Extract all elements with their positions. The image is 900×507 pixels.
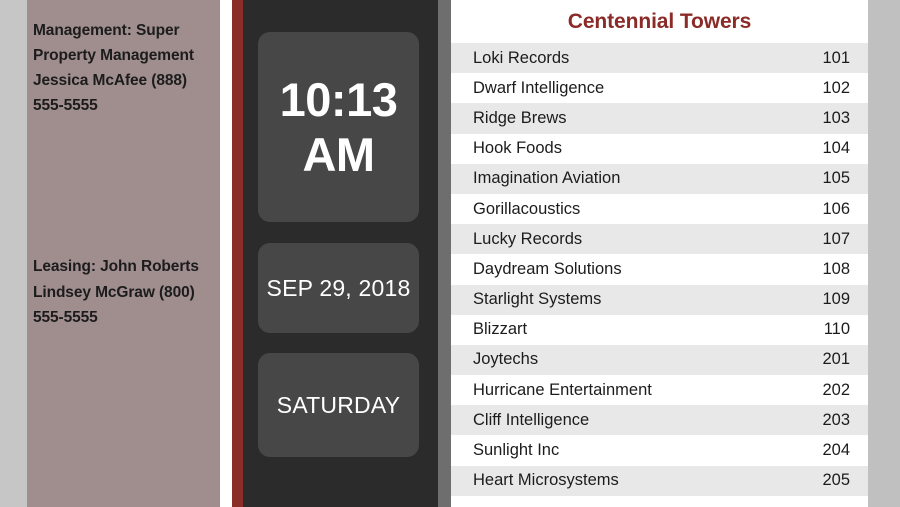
signage-screen: Management: Super Property Management Je…: [0, 0, 900, 507]
tenant-name: Joytechs: [473, 350, 539, 369]
tenant-row[interactable]: Cliff Intelligence 203: [451, 405, 868, 436]
day-card: SATURDAY: [258, 353, 419, 457]
tenant-suite-number: 205: [822, 471, 850, 490]
tenant-suite-number: 103: [822, 108, 850, 127]
tenant-name: Heart Microsystems: [473, 471, 619, 490]
tenant-suite-number: 107: [822, 229, 850, 248]
sidebar-divider-gap: [220, 0, 232, 507]
tenant-name: Loki Records: [473, 48, 570, 67]
tenant-row[interactable]: Gorillacoustics 106: [451, 193, 868, 225]
tenant-suite-number: 204: [822, 441, 850, 460]
tenant-suite-number: 101: [822, 48, 850, 67]
tenant-name: Imagination Aviation: [473, 169, 621, 188]
tenant-suite-number: 110: [823, 320, 850, 339]
tenant-name: Cliff Intelligence: [473, 410, 590, 429]
tenant-name: Sunlight Inc: [473, 441, 560, 460]
management-contact-block: Management: Super Property Management Je…: [33, 22, 194, 115]
tenant-row[interactable]: Starlight Systems 109: [451, 284, 868, 315]
tenant-list: Loki Records 101 Dwarf Intelligence 102 Ridg…: [451, 43, 868, 496]
tenant-row[interactable]: Sunlight Inc 204: [451, 435, 868, 466]
tenant-suite-number: 106: [822, 199, 850, 218]
tenant-name: Starlight Systems: [473, 290, 602, 309]
tenant-name: Gorillacoustics: [473, 199, 581, 218]
accent-stripe: [232, 0, 243, 507]
tenant-row[interactable]: Heart Microsystems 205: [451, 465, 868, 496]
clock-panel-edge: [438, 0, 451, 507]
tenant-name: Daydream Solutions: [473, 259, 622, 278]
tenant-row[interactable]: Dwarf Intelligence 102: [451, 73, 868, 104]
tenant-name: Lucky Records: [473, 229, 583, 248]
tenant-row[interactable]: Daydream Solutions 108: [451, 254, 868, 285]
current-time: 10:13 AM: [279, 72, 398, 181]
tenant-name: Dwarf Intelligence: [473, 78, 605, 97]
tenant-suite-number: 201: [822, 350, 850, 369]
tenant-suite-number: 105: [822, 169, 850, 188]
date-card: SEP 29, 2018: [258, 243, 419, 333]
tenant-row[interactable]: Imagination Aviation 105: [451, 163, 868, 194]
tenant-row[interactable]: Joytechs 201: [451, 344, 868, 376]
right-edge-bar: [868, 0, 900, 507]
tenant-row[interactable]: Loki Records 101: [451, 43, 868, 74]
tenant-row[interactable]: Hook Foods 104: [451, 133, 868, 164]
tenant-suite-number: 108: [822, 259, 850, 278]
current-date: SEP 29, 2018: [266, 274, 411, 301]
tenant-suite-number: 109: [822, 290, 850, 309]
tenant-row[interactable]: Hurricane Entertainment 202: [451, 375, 868, 406]
clock-panel: 10:13 AM SEP 29, 2018 SATURDAY: [243, 0, 438, 507]
tenant-directory-panel: Centennial Towers Loki Records 101 Dwarf I…: [451, 0, 868, 507]
time-card: 10:13 AM: [258, 32, 419, 222]
tenant-suite-number: 102: [822, 78, 850, 97]
tenant-suite-number: 203: [822, 410, 850, 429]
tenant-name: Ridge Brews: [473, 108, 567, 127]
tenant-row[interactable]: Lucky Records 107: [451, 224, 868, 255]
tenant-row[interactable]: Ridge Brews 103: [451, 103, 868, 134]
tenant-name: Hurricane Entertainment: [473, 380, 652, 399]
leasing-contact-block: Leasing: John Roberts Lindsey McGraw (80…: [33, 258, 199, 326]
building-title: Centennial Towers: [451, 0, 868, 43]
contact-sidebar: Management: Super Property Management Je…: [27, 0, 220, 507]
current-weekday: SATURDAY: [276, 391, 401, 418]
tenant-name: Hook Foods: [473, 139, 562, 158]
left-edge-bar: [0, 0, 27, 507]
tenant-suite-number: 202: [822, 380, 850, 399]
tenant-row[interactable]: Blizzart 110: [451, 314, 868, 345]
tenant-name: Blizzart: [473, 320, 528, 339]
tenant-suite-number: 104: [822, 139, 850, 158]
